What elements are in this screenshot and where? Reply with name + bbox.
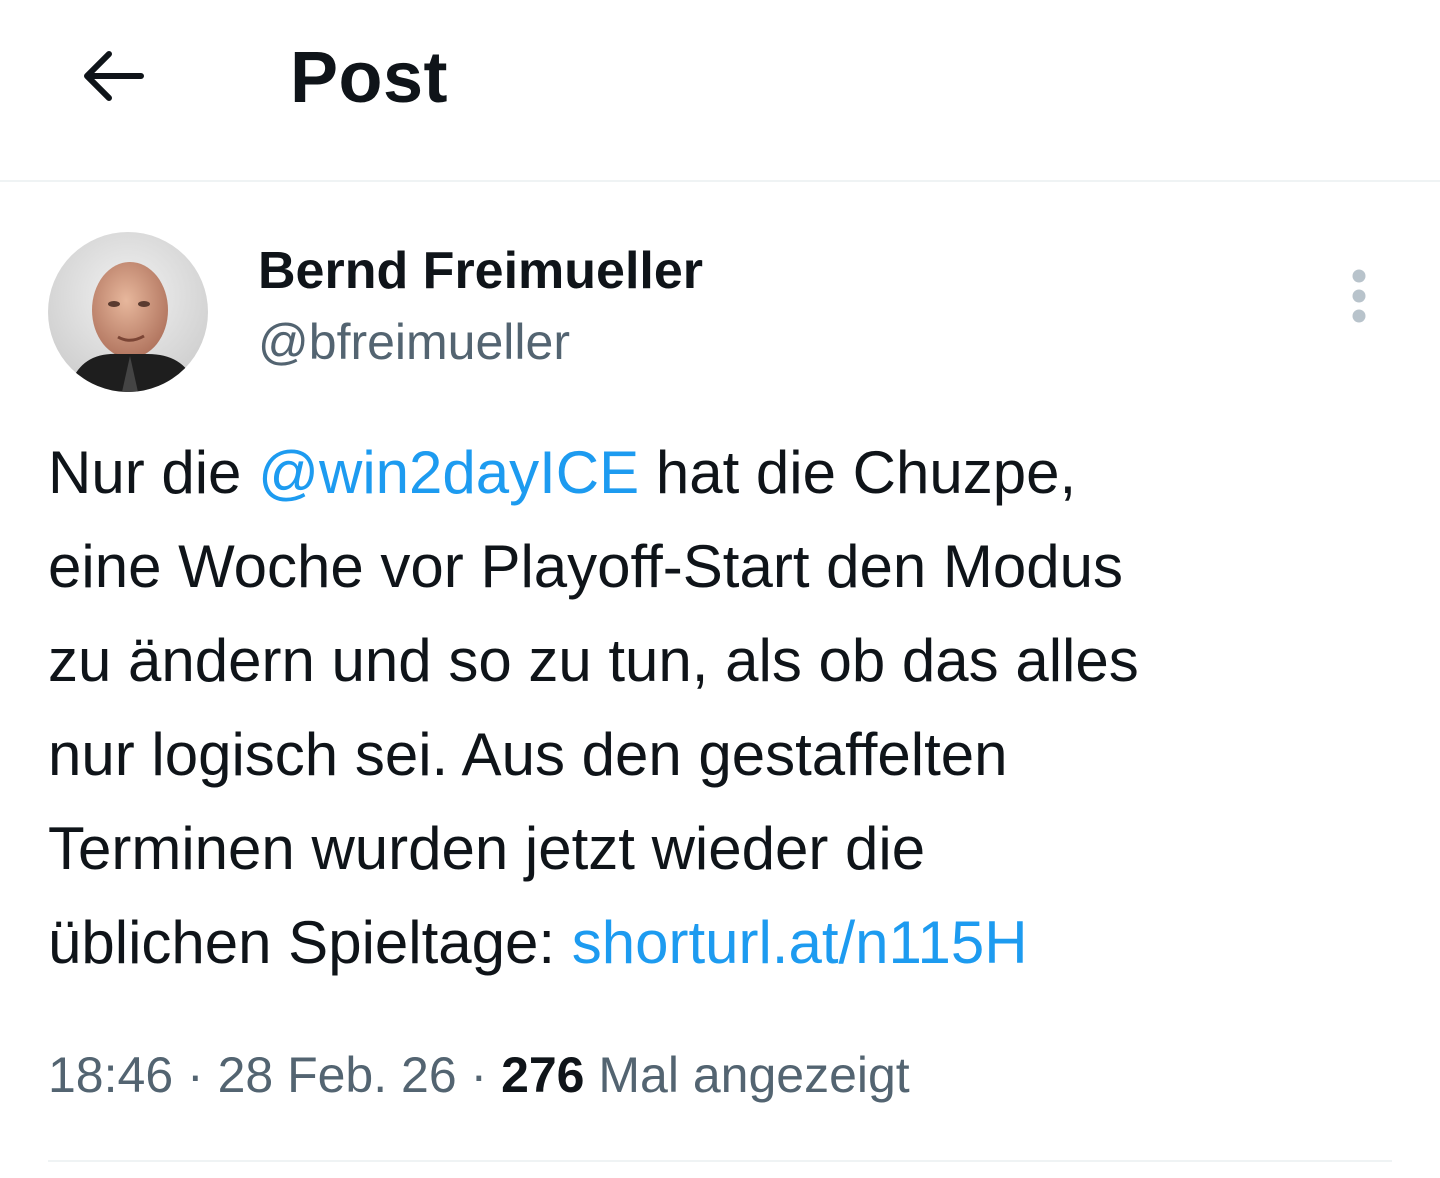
- text-segment: üblichen Spieltage:: [48, 909, 572, 976]
- post-time[interactable]: 18:46: [48, 1047, 173, 1103]
- more-options-button[interactable]: [1326, 258, 1392, 334]
- post-line: Terminen wurden jetzt wieder die: [48, 815, 926, 882]
- post-line: nur logisch sei. Aus den gestaffelten: [48, 721, 1008, 788]
- views-count: 276: [501, 1047, 585, 1103]
- top-bar: Post: [0, 0, 1440, 182]
- author-handle[interactable]: @bfreimueller: [258, 312, 570, 372]
- arrow-left-icon: [84, 51, 144, 101]
- avatar[interactable]: [48, 232, 208, 392]
- url-link[interactable]: shorturl.at/n115H: [572, 909, 1028, 976]
- text-segment: hat die Chuzpe,: [639, 439, 1077, 506]
- post-line: zu ändern und so zu tun, als ob das alle…: [48, 627, 1139, 694]
- separator: ·: [173, 1047, 218, 1103]
- post-line: üblichen Spieltage: shorturl.at/n115H: [48, 896, 1398, 990]
- post-line: eine Woche vor Playoff-Start den Modus: [48, 533, 1124, 600]
- post-text: Nur die @win2dayICE hat die Chuzpe, eine…: [48, 426, 1398, 990]
- views-label: Mal angezeigt: [584, 1047, 910, 1103]
- post-meta: 18:46 · 28 Feb. 26 · 276 Mal angezeigt: [48, 1040, 910, 1110]
- text-segment: Nur die: [48, 439, 259, 506]
- author-name[interactable]: Bernd Freimueller: [258, 240, 703, 302]
- post-date[interactable]: 28 Feb. 26: [218, 1047, 457, 1103]
- separator: ·: [456, 1047, 502, 1103]
- page-title: Post: [290, 38, 449, 118]
- more-vertical-icon: [1352, 269, 1366, 323]
- back-button[interactable]: [66, 30, 158, 122]
- mention-link[interactable]: @win2dayICE: [258, 439, 639, 506]
- post-line: Nur die @win2dayICE hat die Chuzpe,: [48, 426, 1398, 520]
- divider: [48, 1160, 1392, 1162]
